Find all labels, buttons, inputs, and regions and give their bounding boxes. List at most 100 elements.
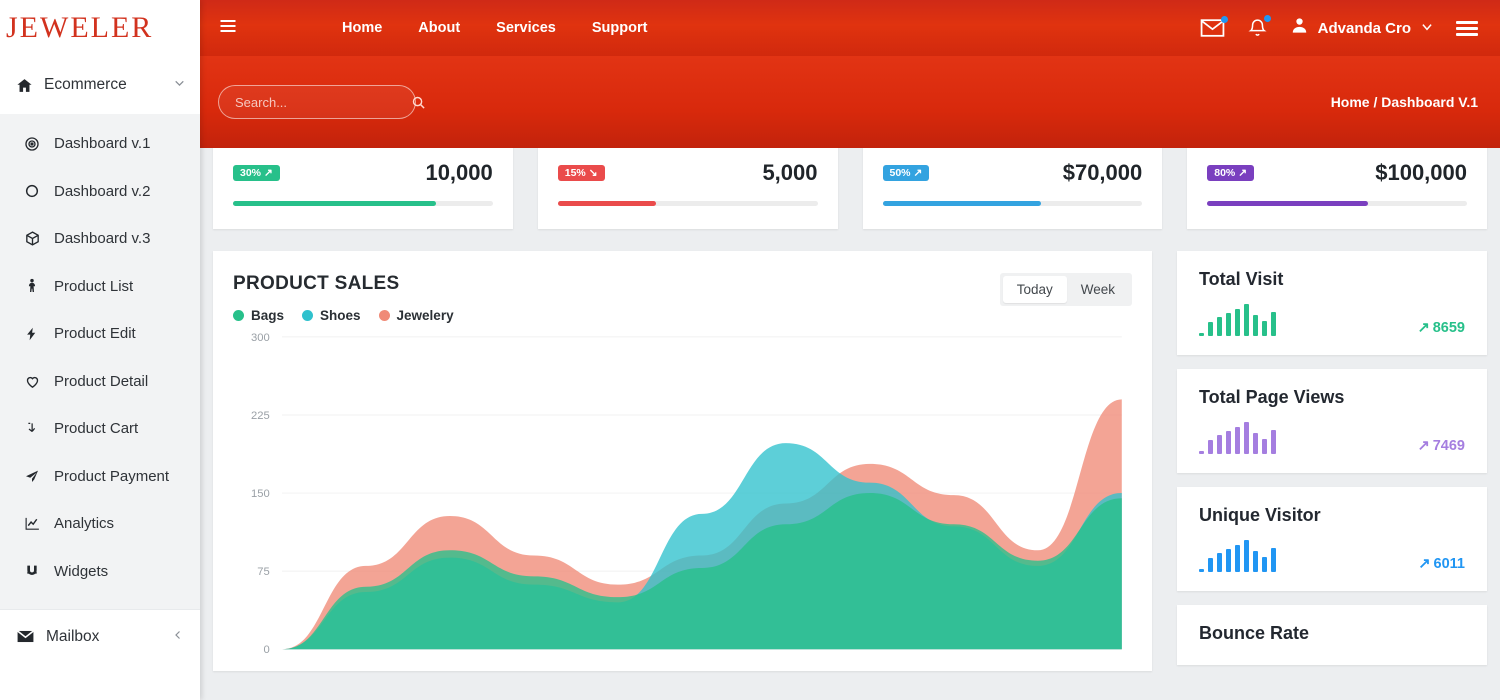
sidebar-item-label: Dashboard v.1 [54,135,151,153]
notification-dot [1263,15,1271,22]
legend-color-dot [378,310,390,321]
sidebar-item-label: Product Payment [54,467,170,485]
mini-card-title: Total Page Views [1199,387,1345,407]
stat-value: 10,000 [425,160,493,185]
search-icon[interactable] [411,95,426,110]
legend-item-jewelery[interactable]: Jewelery [378,308,454,323]
nav-link-support[interactable]: Support [592,20,648,36]
mini-card-total-page-views: Total Page Views ↗ 7469 [1177,369,1487,473]
nav-link-home[interactable]: Home [342,20,382,36]
sidebar-item-dashboard-v1[interactable]: Dashboard v.1 [0,120,200,168]
mini-card-value: 7469 [1432,438,1465,454]
user-menu[interactable]: Advanda Cro [1290,16,1434,40]
cube-icon [24,230,54,247]
stat-middle-row: 50% ↗ $70,000 [882,160,1143,186]
status-badge: 50% ↗ [882,164,930,182]
sidebar-item-label: Product Edit [54,325,136,343]
chevron-down-icon[interactable] [1420,20,1434,37]
legend-item-bags[interactable]: Bags [233,308,284,323]
progress-fill [557,201,657,206]
trend-up-icon: ↗ [1417,320,1430,336]
list-settings-icon[interactable] [1456,20,1478,36]
sidebar-item-mailbox[interactable]: Mailbox [0,609,200,663]
sidebar-filler [0,663,200,700]
mini-card-value-wrap: ↗ 7469 [1418,438,1465,454]
sidebar-menu-label: Ecommerce [44,76,127,93]
nav-link-about[interactable]: About [418,20,460,36]
mini-card-title: Total Visit [1199,269,1284,289]
notification-dot [1220,16,1228,23]
badge-text: 50% [889,166,911,179]
legend-label: Shoes [320,308,361,323]
stat-value: $100,000 [1375,160,1467,185]
stat-card-orders: ORDERS 30% ↗ 10,000 [213,148,513,229]
progress-track [557,201,818,206]
hamburger-icon[interactable] [218,18,248,38]
envelope-icon [16,627,46,646]
sidebar-item-analytics[interactable]: Analytics [0,500,200,548]
toggle-week[interactable]: Week [1067,276,1129,303]
envelope-icon[interactable] [1200,16,1228,38]
chart-line-icon [24,515,54,532]
progress-fill [233,201,436,206]
target-icon [24,136,54,152]
sidebar-item-product-list[interactable]: Product List [0,263,200,311]
sidebar-item-dashboard-v3[interactable]: Dashboard v.3 [0,215,200,263]
stat-middle-row: 30% ↗ 10,000 [233,160,493,186]
sidebar-item-widgets[interactable]: Widgets [0,548,200,596]
stat-card-row: ORDERS 30% ↗ 10,000 TAX DEDUCTION [213,148,1487,229]
circle-icon [24,183,54,199]
sidebar-item-product-edit[interactable]: Product Edit [0,310,200,358]
sidebar-item-dashboard-v2[interactable]: Dashboard v.2 [0,168,200,216]
svg-text:150: 150 [251,488,270,500]
sidebar-item-label: Product Cart [54,420,139,438]
stat-value: $70,000 [1062,160,1143,185]
mini-card-row: ↗ 8659 [1199,302,1465,336]
sidebar-item-label: Product Detail [54,372,149,390]
legend-color-dot [233,310,244,321]
person-icon [24,278,54,294]
main-body: ORDERS 30% ↗ 10,000 TAX DEDUCTION [200,148,1500,700]
search-box[interactable] [218,85,425,119]
mini-card-value: 6011 [1433,556,1465,572]
progress-track [233,201,493,206]
sidebar-menu-ecommerce[interactable]: Ecommerce [0,56,200,114]
stat-middle-row: 15% ↘ 5,000 [557,160,818,186]
legend-item-shoes[interactable]: Shoes [302,308,361,323]
chart-legend: Bags Shoes Jewelery [233,308,454,323]
breadcrumb[interactable]: Home / Dashboard V.1 [1331,94,1478,110]
trend-up-icon: ↗ [264,166,273,179]
stat-card-yearly-sales: YEARLY SALES 80% ↗ $100,000 [1187,148,1487,229]
chevron-left-icon[interactable] [172,629,184,644]
sparkline-chart [1199,538,1276,572]
search-input[interactable] [235,94,411,110]
mini-card-value: 8659 [1432,320,1465,336]
sidebar-item-product-cart[interactable]: Product Cart [0,405,200,453]
stat-value: 5,000 [762,160,818,185]
nav-link-services[interactable]: Services [496,20,556,36]
bell-icon[interactable] [1247,15,1271,39]
badge-text: 80% [1214,166,1236,179]
bolt-icon [24,326,54,342]
sidebar-item-label: Analytics [54,515,115,533]
brand-logo[interactable]: JEWELER [0,0,200,56]
sidebar-item-product-detail[interactable]: Product Detail [0,358,200,406]
chevron-down-icon[interactable] [173,77,186,93]
legend-label: Jewelery [396,308,454,323]
trend-up-icon: ↗ [1238,166,1248,179]
toggle-today[interactable]: Today [1002,276,1067,303]
sidebar-submenu: Dashboard v.1 Dashboard v.2 Dashboard v.… [0,114,200,609]
trend-up-icon: ↗ [1417,438,1430,454]
sparkline-chart [1199,420,1276,454]
sidebar-item-label: Widgets [54,562,109,580]
nav-right-tools: Advanda Cro [1200,15,1478,40]
area-chart: 0 75 150 225 300 [233,329,1132,671]
stat-middle-row: 80% ↗ $100,000 [1207,160,1467,186]
product-sales-card: PRODUCT SALES Bags Shoes Jewelery Today … [213,251,1152,671]
paper-plane-icon [24,468,54,484]
progress-track [882,201,1143,206]
mini-card-title: Unique Visitor [1199,505,1321,525]
arrow-down-icon [24,421,54,437]
sidebar-item-product-payment[interactable]: Product Payment [0,453,200,501]
trend-down-icon: ↘ [588,166,598,179]
